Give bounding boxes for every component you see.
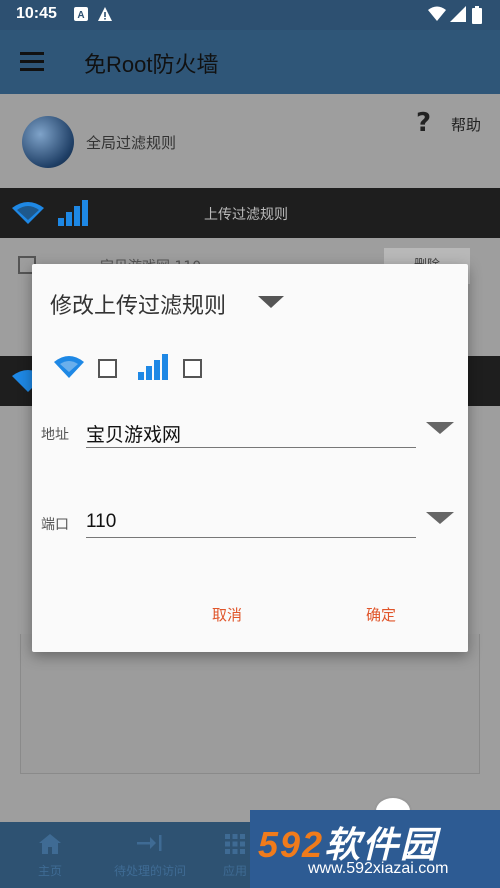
cell-signal-icon: [138, 354, 168, 380]
global-rules-row[interactable]: 全局过滤规则 ? 帮助: [0, 94, 500, 188]
warning-icon: [98, 7, 112, 21]
notification-a-icon: A: [74, 7, 88, 21]
port-underline: [86, 537, 416, 538]
battery-icon: [472, 6, 482, 24]
mobile-data-checkbox[interactable]: [183, 359, 202, 378]
confirm-button[interactable]: 确定: [366, 604, 396, 625]
app-bar: 免Root防火墙: [0, 30, 500, 94]
upload-rules-label: 上传过滤规则: [204, 207, 288, 223]
wifi-checkbox[interactable]: [98, 359, 117, 378]
edit-upload-rule-dialog: 修改上传过滤规则 地址 宝贝游戏网 端口 110 取消 确定: [32, 264, 468, 652]
status-time: 10:45: [16, 5, 57, 22]
help-icon[interactable]: ?: [416, 108, 431, 138]
wifi-icon: [54, 356, 84, 378]
address-input[interactable]: 宝贝游戏网: [86, 420, 416, 447]
nav-pending-access-label: 待处理的访问: [113, 864, 186, 878]
address-dropdown-icon[interactable]: [426, 422, 454, 434]
app-title: 免Root防火墙: [84, 52, 219, 77]
pending-access-icon: [137, 835, 162, 851]
global-rules-label: 全局过滤规则: [86, 134, 177, 152]
wifi-icon: [12, 202, 44, 224]
help-label[interactable]: 帮助: [451, 114, 481, 135]
watermark-url: www.592xiazai.com: [308, 860, 449, 877]
port-label: 端口: [41, 517, 69, 533]
apps-icon: [225, 834, 245, 854]
nav-home[interactable]: 主页: [10, 822, 90, 888]
watermark: 592软件园 www.592xiazai.com: [250, 810, 500, 888]
wifi-status-icon: [428, 6, 446, 21]
port-input[interactable]: 110: [86, 511, 416, 533]
globe-icon: [22, 116, 74, 168]
address-label: 地址: [41, 427, 69, 443]
svg-text:A: A: [77, 10, 84, 21]
cell-signal-icon: [58, 200, 88, 226]
home-icon: [39, 834, 61, 854]
cell-signal-icon: [450, 6, 466, 22]
dialog-title: 修改上传过滤规则: [50, 294, 227, 319]
cancel-button[interactable]: 取消: [212, 604, 242, 625]
address-underline: [86, 447, 416, 448]
rules-card: [20, 634, 480, 774]
menu-icon[interactable]: [20, 52, 44, 72]
nav-pending-access[interactable]: 待处理的访问: [100, 822, 200, 888]
nav-home-label: 主页: [37, 864, 62, 878]
port-dropdown-icon[interactable]: [426, 512, 454, 524]
chevron-down-icon[interactable]: [258, 296, 284, 308]
upload-rules-header: 上传过滤规则: [0, 188, 500, 238]
status-bar: 10:45 A: [0, 0, 500, 30]
